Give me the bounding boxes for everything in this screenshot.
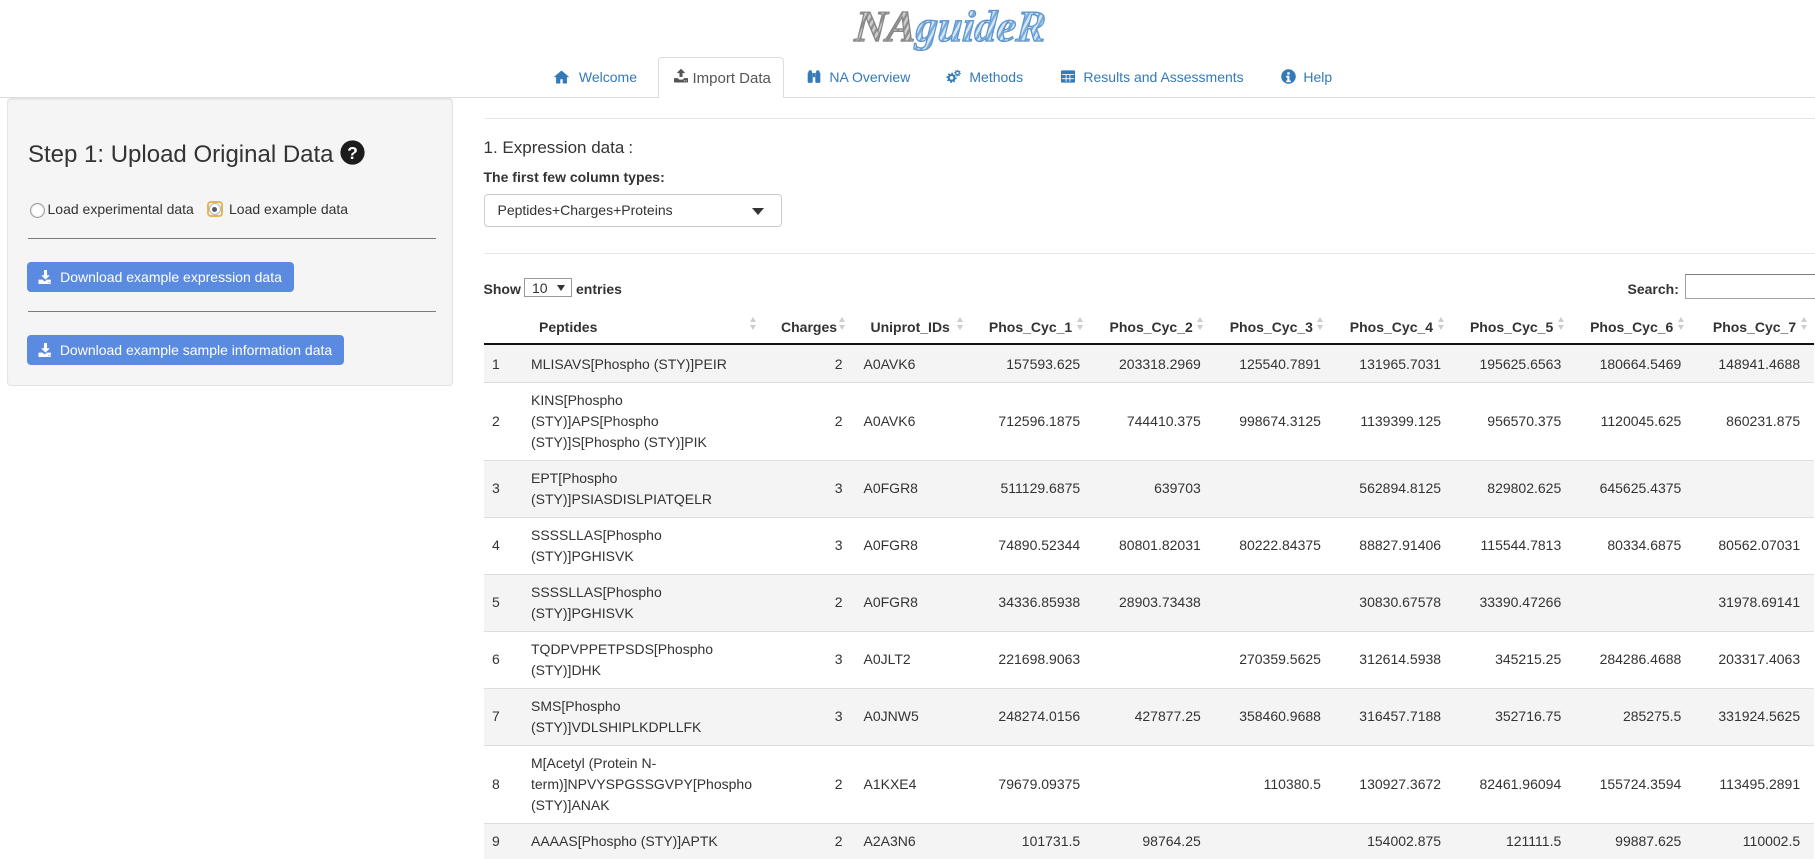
svg-text:?: ? <box>347 143 358 163</box>
